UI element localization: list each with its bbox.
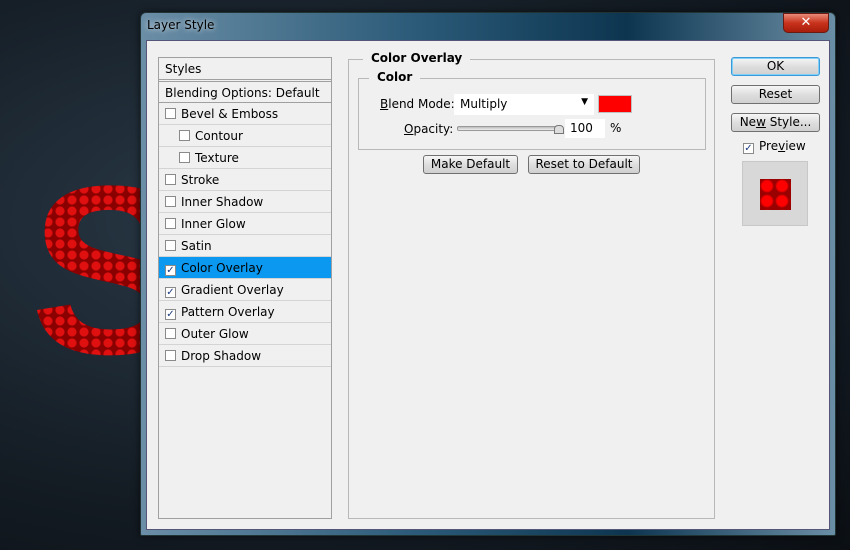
- style-item-bevel-emboss[interactable]: Bevel & Emboss: [159, 103, 331, 125]
- color-group-label: Color: [369, 70, 421, 84]
- styles-list: Styles Blending Options: Default Bevel &…: [158, 57, 332, 519]
- style-item-drop-shadow[interactable]: Drop Shadow: [159, 345, 331, 367]
- checkbox-icon[interactable]: [165, 328, 176, 339]
- checkbox-icon[interactable]: [165, 240, 176, 251]
- style-item-inner-shadow[interactable]: Inner Shadow: [159, 191, 331, 213]
- blend-mode-label: Blend Mode:: [380, 97, 455, 111]
- preview-checkbox[interactable]: ✓ Preview: [743, 139, 806, 154]
- style-item-label: Stroke: [181, 173, 220, 187]
- checkbox-icon[interactable]: [165, 196, 176, 207]
- dialog-title: Layer Style: [147, 18, 215, 32]
- checkbox-icon[interactable]: ✓: [165, 287, 176, 298]
- preview-swatch: [760, 179, 791, 210]
- style-item-stroke[interactable]: Stroke: [159, 169, 331, 191]
- checkbox-icon[interactable]: ✓: [165, 309, 176, 320]
- style-item-contour[interactable]: Contour: [159, 125, 331, 147]
- make-default-button[interactable]: Make Default: [423, 155, 518, 174]
- style-item-label: Pattern Overlay: [181, 305, 275, 319]
- checkbox-icon[interactable]: [179, 130, 190, 141]
- reset-button[interactable]: Reset: [731, 85, 820, 104]
- style-item-satin[interactable]: Satin: [159, 235, 331, 257]
- new-style-button[interactable]: New Style...: [731, 113, 820, 132]
- ok-button[interactable]: OK: [731, 57, 820, 76]
- checkbox-icon[interactable]: ✓: [165, 265, 176, 276]
- style-item-label: Outer Glow: [181, 327, 249, 341]
- layer-style-dialog: Layer Style ✕ Styles Blending Options: D…: [140, 12, 836, 536]
- checkbox-icon[interactable]: [165, 218, 176, 229]
- style-item-outer-glow[interactable]: Outer Glow: [159, 323, 331, 345]
- close-button[interactable]: ✕: [783, 13, 829, 33]
- styles-header[interactable]: Styles: [159, 58, 331, 80]
- slider-thumb[interactable]: [554, 125, 564, 134]
- checkbox-icon[interactable]: [165, 108, 176, 119]
- color-subgroup: Color Blend Mode: Multiply ▼ Opacity: 10…: [358, 70, 706, 150]
- panel-title: Color Overlay: [363, 51, 471, 65]
- style-item-label: Inner Shadow: [181, 195, 264, 209]
- checkbox-icon[interactable]: [165, 350, 176, 361]
- reset-to-default-button[interactable]: Reset to Default: [528, 155, 640, 174]
- style-item-label: Color Overlay: [181, 261, 263, 275]
- blend-mode-select[interactable]: Multiply ▼: [454, 94, 594, 115]
- blend-mode-value: Multiply: [460, 97, 508, 111]
- chevron-down-icon: ▼: [581, 97, 588, 107]
- checkbox-icon: ✓: [743, 143, 754, 154]
- style-item-label: Satin: [181, 239, 212, 253]
- checkbox-icon[interactable]: [179, 152, 190, 163]
- opacity-label: Opacity:: [404, 122, 454, 136]
- style-item-label: Contour: [195, 129, 243, 143]
- style-item-inner-glow[interactable]: Inner Glow: [159, 213, 331, 235]
- style-item-pattern-overlay[interactable]: ✓ Pattern Overlay: [159, 301, 331, 323]
- checkbox-icon[interactable]: [165, 174, 176, 185]
- opacity-unit: %: [610, 121, 622, 135]
- style-item-label: Drop Shadow: [181, 349, 262, 363]
- opacity-input[interactable]: 100: [565, 119, 605, 138]
- style-item-label: Bevel & Emboss: [181, 107, 279, 121]
- style-item-gradient-overlay[interactable]: ✓ Gradient Overlay: [159, 279, 331, 301]
- style-item-label: Gradient Overlay: [181, 283, 284, 297]
- blending-options-item[interactable]: Blending Options: Default: [159, 81, 331, 103]
- preview-thumbnail: [742, 161, 808, 226]
- color-overlay-group: Color Overlay Color Blend Mode: Multiply…: [348, 51, 715, 519]
- style-item-texture[interactable]: Texture: [159, 147, 331, 169]
- color-swatch[interactable]: [598, 95, 632, 113]
- style-item-label: Texture: [195, 151, 239, 165]
- style-item-label: Inner Glow: [181, 217, 246, 231]
- opacity-slider[interactable]: [457, 125, 564, 134]
- style-item-color-overlay[interactable]: ✓ Color Overlay: [159, 257, 331, 279]
